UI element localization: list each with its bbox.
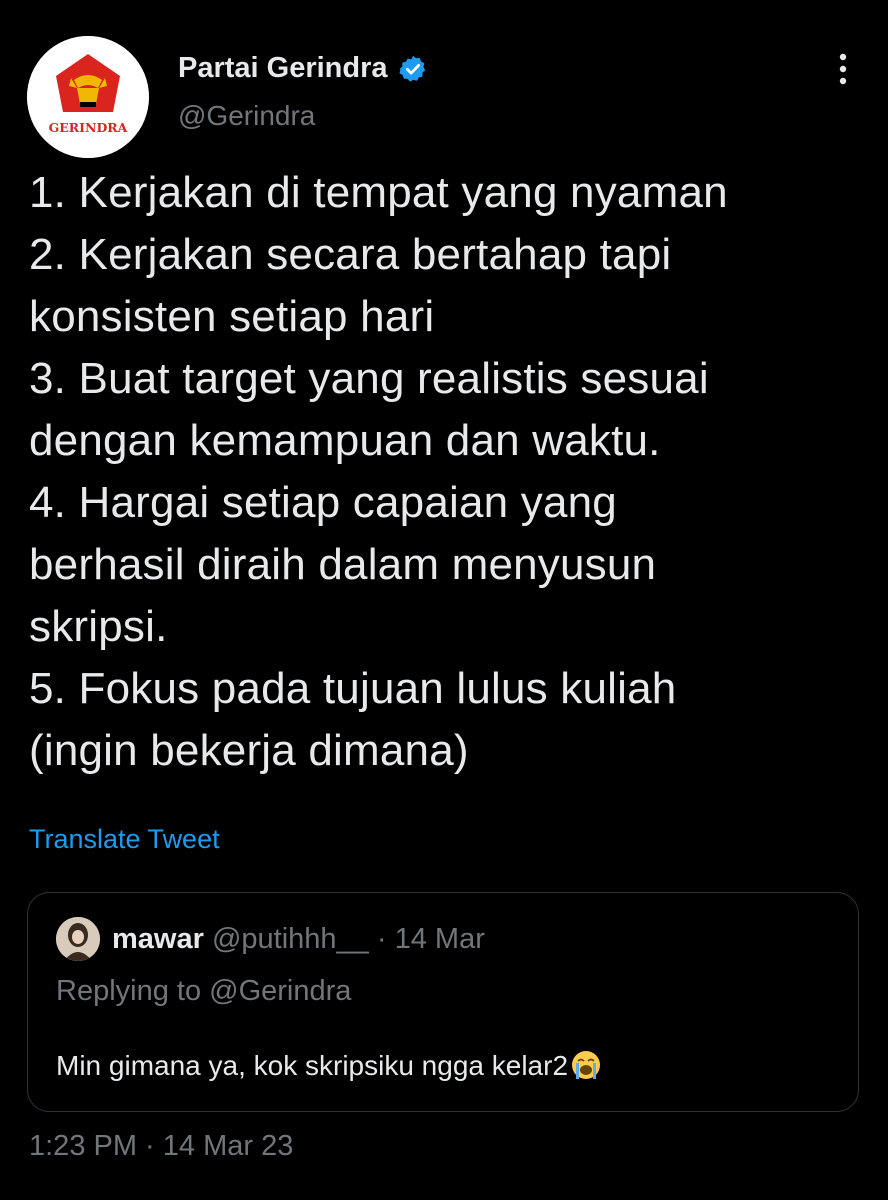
quoted-tweet-date[interactable]: 14 Mar <box>395 923 485 955</box>
replying-to-label: Replying to @Gerindra <box>56 975 352 1007</box>
verified-badge-icon <box>398 54 428 84</box>
quoted-tweet-card[interactable]: mawar @putihhh__ · 14 Mar Replying to @G… <box>27 892 859 1112</box>
gerindra-logo: GERINDRA <box>27 36 149 158</box>
author-display-name[interactable]: Partai Gerindra <box>178 52 388 85</box>
quoted-tweet-text-row: Min gimana ya, kok skripsiku ngga kelar2 <box>56 1049 602 1088</box>
author-name-row: Partai Gerindra <box>178 52 428 85</box>
quoted-author-handle[interactable]: @putihhh__ <box>212 923 369 955</box>
quoted-tweet-text: Min gimana ya, kok skripsiku ngga kelar2 <box>56 1050 569 1081</box>
quoted-author-avatar[interactable] <box>56 917 100 961</box>
translate-tweet-link[interactable]: Translate Tweet <box>29 824 220 855</box>
svg-text:GERINDRA: GERINDRA <box>49 120 128 135</box>
tweet-timestamp[interactable]: 1:23 PM · 14 Mar 23 <box>29 1130 293 1163</box>
author-handle[interactable]: @Gerindra <box>178 100 315 132</box>
loudly-crying-face-emoji <box>570 1049 602 1088</box>
quoted-tweet-header: mawar @putihhh__ · 14 Mar <box>112 923 485 956</box>
tweet-text: 1. Kerjakan di tempat yang nyaman 2. Ker… <box>29 168 728 775</box>
header-separator: · <box>376 923 387 955</box>
tweet: GERINDRA Partai Gerindra @Gerindra 1. Ke… <box>0 0 888 1200</box>
author-avatar[interactable]: GERINDRA <box>27 36 149 158</box>
more-vertical-icon[interactable] <box>828 52 858 86</box>
quoted-author-name[interactable]: mawar <box>112 923 204 955</box>
